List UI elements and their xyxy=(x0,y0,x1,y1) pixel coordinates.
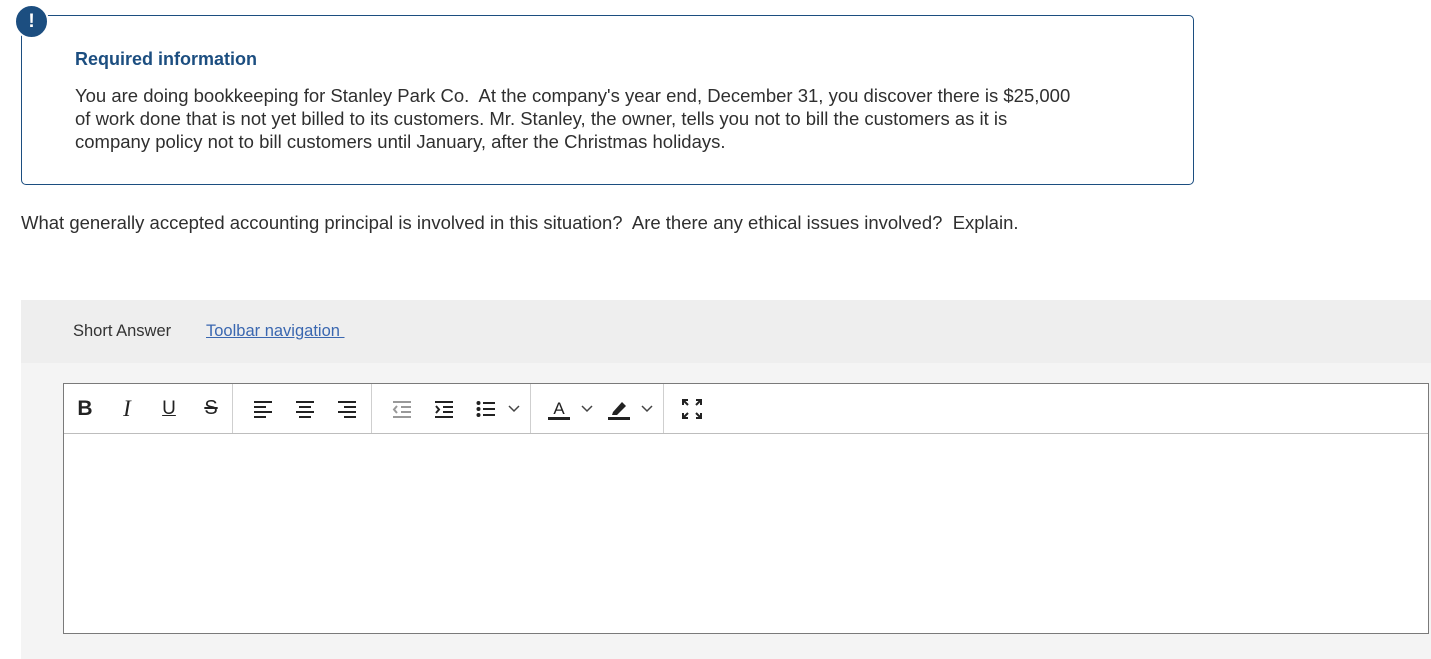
answer-type-label: Short Answer xyxy=(73,322,172,340)
strikethrough-button[interactable]: S xyxy=(196,385,226,433)
underline-icon: U xyxy=(162,397,176,419)
outdent-button[interactable] xyxy=(384,385,420,433)
outdent-icon xyxy=(392,400,411,418)
align-right-icon xyxy=(338,400,356,418)
highlight-color-dropdown[interactable] xyxy=(637,385,657,433)
color-group: A xyxy=(531,384,664,433)
bulleted-list-icon xyxy=(476,400,495,417)
bulleted-list-button[interactable] xyxy=(468,385,504,433)
italic-button[interactable]: I xyxy=(112,385,142,433)
chevron-down-icon xyxy=(641,404,653,412)
align-center-icon xyxy=(296,400,314,418)
align-center-button[interactable] xyxy=(287,385,323,433)
font-color-icon: A xyxy=(548,399,570,420)
alert-icon: ! xyxy=(14,4,49,39)
required-information-box: Required information You are doing bookk… xyxy=(21,15,1194,185)
required-information-text: You are doing bookkeeping for Stanley Pa… xyxy=(75,85,1071,152)
indent-icon xyxy=(435,400,453,418)
align-left-icon xyxy=(254,400,272,418)
font-color-dropdown[interactable] xyxy=(577,385,597,433)
bold-icon: B xyxy=(77,396,93,420)
view-group xyxy=(664,384,716,433)
align-left-button[interactable] xyxy=(245,385,281,433)
align-group xyxy=(233,384,372,433)
rich-text-editor: B I U S A xyxy=(63,383,1429,634)
toolbar-navigation-link[interactable]: Toolbar navigation xyxy=(206,322,345,341)
svg-text:A: A xyxy=(553,399,565,418)
bold-button[interactable]: B xyxy=(70,385,100,433)
answer-text-area[interactable] xyxy=(64,434,1428,633)
font-color-button[interactable]: A xyxy=(541,385,577,433)
indent-button[interactable] xyxy=(426,385,462,433)
question-text: What generally accepted accounting princ… xyxy=(21,212,1019,233)
answer-header: Short Answer Toolbar navigation xyxy=(21,300,1431,363)
underline-button[interactable]: U xyxy=(154,385,184,433)
align-right-button[interactable] xyxy=(329,385,365,433)
list-options-dropdown[interactable] xyxy=(504,385,524,433)
format-group: B I U S xyxy=(64,384,233,433)
fullscreen-button[interactable] xyxy=(674,385,710,433)
chevron-down-icon xyxy=(581,404,593,412)
strikethrough-icon: S xyxy=(204,397,218,419)
required-information-title: Required information xyxy=(75,49,258,69)
chevron-down-icon xyxy=(508,404,520,412)
indent-list-group xyxy=(372,384,531,433)
highlighter-icon xyxy=(608,401,630,420)
italic-icon: I xyxy=(123,395,131,421)
fullscreen-icon xyxy=(682,398,702,419)
editor-toolbar: B I U S A xyxy=(64,384,1428,434)
answer-panel: Short Answer Toolbar navigation B I U S xyxy=(21,300,1431,659)
highlight-color-button[interactable] xyxy=(601,385,637,433)
